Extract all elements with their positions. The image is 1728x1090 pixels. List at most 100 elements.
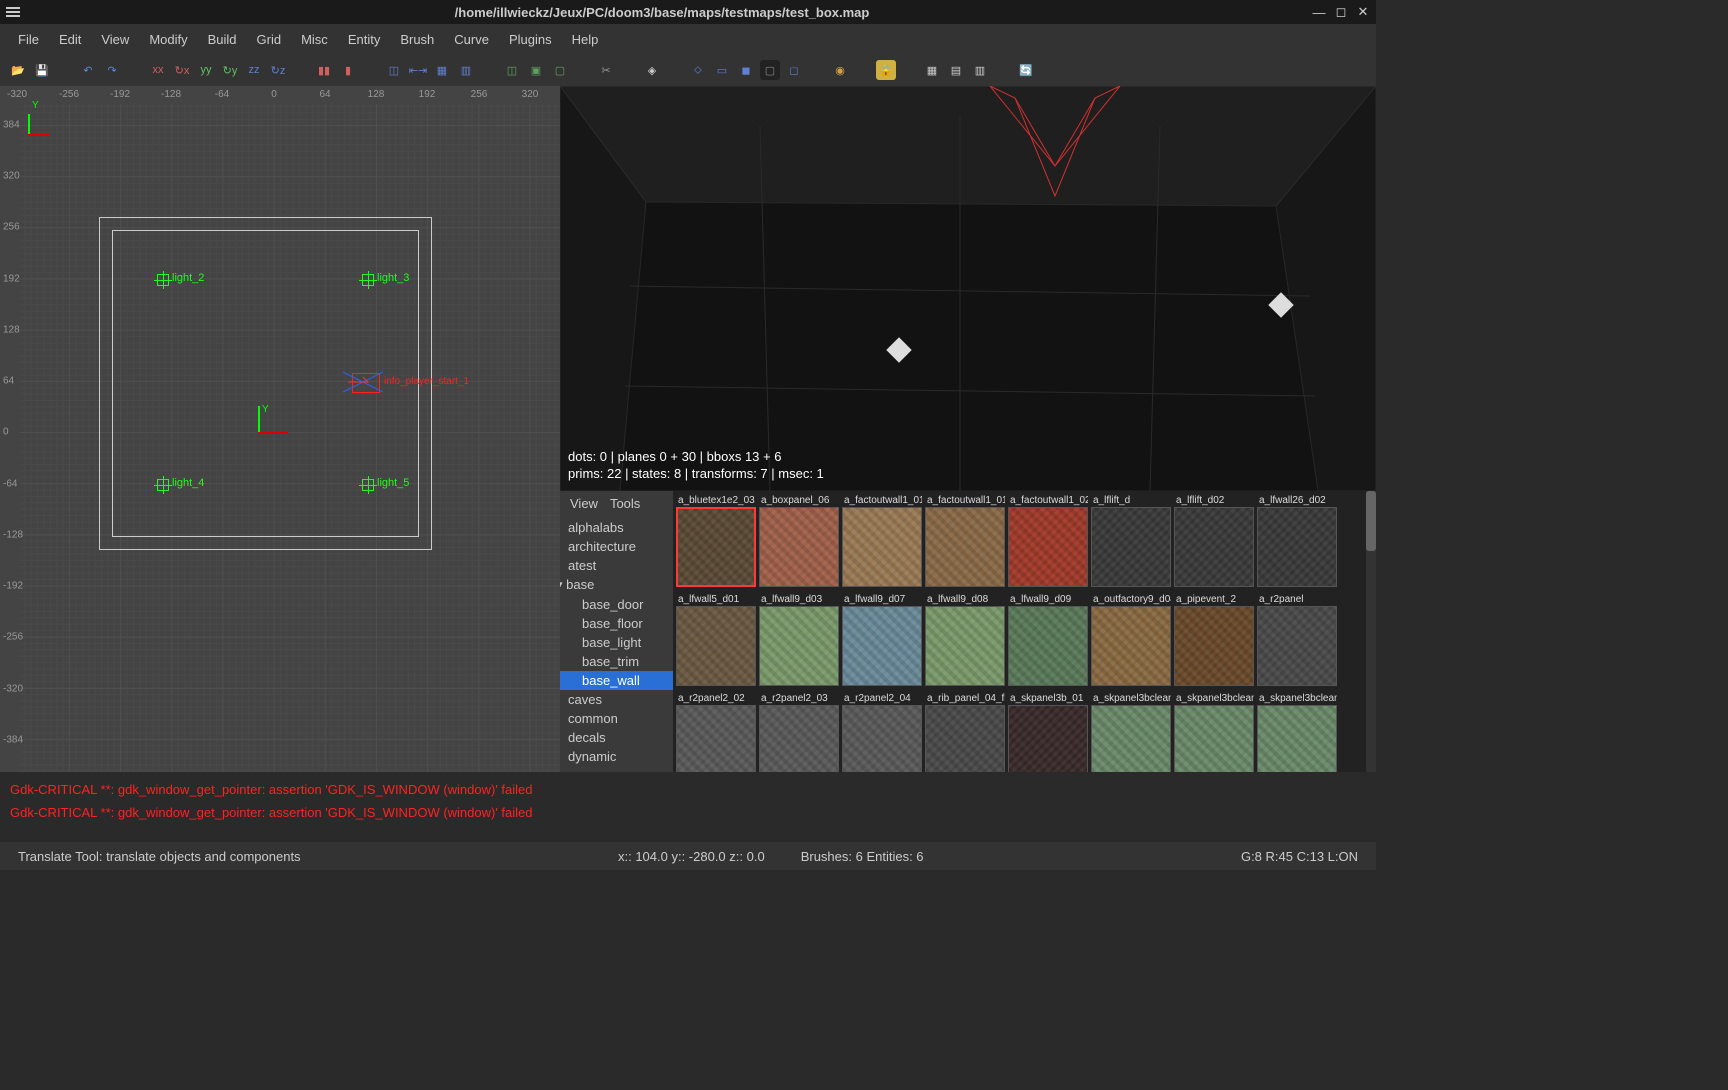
texture-item[interactable]: a_factoutwall1_01c [925,494,1005,590]
texture-swatch[interactable] [676,606,756,686]
texture-swatch[interactable] [1091,705,1171,772]
texture-swatch[interactable] [1091,606,1171,686]
layout3-icon[interactable]: ▥ [970,60,990,80]
save-icon[interactable]: 💾 [32,60,52,80]
texture-item[interactable]: a_lfwall9_d03 [759,593,839,689]
texture-item[interactable]: a_factoutwall1_02b [1008,494,1088,590]
refresh-icon[interactable]: 🔄 [1016,60,1036,80]
texture-swatch[interactable] [1257,705,1337,772]
flip-z-icon[interactable]: zz [244,60,264,80]
texture-item[interactable]: a_bluetex1e2_03 [676,494,756,590]
texture-item[interactable]: a_r2panel2_03 [759,692,839,772]
entity-light[interactable] [157,479,169,491]
texture-item[interactable]: a_skpanel3b_01 [1008,692,1088,772]
csg-hollow-icon[interactable]: ▢ [550,60,570,80]
menu-plugins[interactable]: Plugins [499,28,562,51]
texture-item[interactable]: a_lflift_d02 [1174,494,1254,590]
texture-item[interactable]: a_lfwall26_d02 [1257,494,1337,590]
maximize-button[interactable]: ◻ [1334,5,1348,19]
menu-help[interactable]: Help [562,28,609,51]
select-inside-icon[interactable]: ⇤⇥ [408,60,428,80]
vertex-icon[interactable]: ⬦ [688,60,708,80]
menu-file[interactable]: File [8,28,49,51]
texture-swatch[interactable] [1174,507,1254,587]
texture-swatch[interactable] [925,606,1005,686]
grid-2d-viewport[interactable]: -320 -256 -192 -128 -64 0 64 128 192 256… [0,86,560,772]
texture-swatch[interactable] [676,705,756,772]
texture-swatch[interactable] [925,507,1005,587]
csg-merge-icon[interactable]: ▣ [526,60,546,80]
csg-subtract-icon[interactable]: ◫ [502,60,522,80]
texture-item[interactable]: a_skpanel3bclean_02 [1174,692,1254,772]
redo-icon[interactable]: ↷ [102,60,122,80]
texture-swatch[interactable] [842,606,922,686]
select-touching-icon[interactable]: ◫ [384,60,404,80]
texture-item[interactable]: a_r2panel2_02 [676,692,756,772]
tree-item[interactable]: architecture [560,537,673,556]
viewport-3d[interactable]: dots: 0 | planes 0 + 30 | bboxs 13 + 6 p… [560,86,1376,491]
tool-a-icon[interactable]: ▮▮ [314,60,334,80]
face-icon[interactable]: ◼ [736,60,756,80]
menu-curve[interactable]: Curve [444,28,499,51]
flip-y-icon[interactable]: yy [196,60,216,80]
texture-swatch[interactable] [759,606,839,686]
tree-item-selected[interactable]: base_wall [560,671,673,690]
tool-b-icon[interactable]: ▮ [338,60,358,80]
rotate-tool-icon[interactable]: ◻ [784,60,804,80]
texture-swatch[interactable] [1091,507,1171,587]
close-button[interactable]: ✕ [1356,5,1370,19]
texture-swatch[interactable] [759,705,839,772]
tree-item[interactable]: base_door [560,595,673,614]
texture-grid[interactable]: a_bluetex1e2_03a_boxpanel_06a_factoutwal… [673,491,1366,772]
tex-tab-tools[interactable]: Tools [610,496,640,511]
view-icon[interactable]: ◈ [642,60,662,80]
menu-grid[interactable]: Grid [247,28,292,51]
menu-brush[interactable]: Brush [390,28,444,51]
texture-item[interactable]: a_outfactory9_d04 [1091,593,1171,689]
texture-item[interactable]: a_lfwall5_d01 [676,593,756,689]
texture-swatch[interactable] [759,507,839,587]
entity-light[interactable] [362,274,374,286]
texture-item[interactable]: a_skpanel3bclean_01 [1091,692,1171,772]
entity-player-start[interactable] [352,373,380,393]
texture-item[interactable]: a_lflift_d [1091,494,1171,590]
translate-icon[interactable]: ▢ [760,60,780,80]
scrollbar[interactable] [1366,491,1376,772]
texture-tree[interactable]: alphalabs architecture atest ▾ base base… [560,516,673,772]
edge-icon[interactable]: ▭ [712,60,732,80]
tree-item[interactable]: ▾ base [560,575,673,595]
texture-swatch[interactable] [1008,507,1088,587]
texture-item[interactable]: a_skpanel3bclean_03 [1257,692,1337,772]
texture-item[interactable]: a_pipevent_2 [1174,593,1254,689]
texture-item[interactable]: a_factoutwall1_01b [842,494,922,590]
tree-item[interactable]: caves [560,690,673,709]
texture-swatch[interactable] [1008,705,1088,772]
tree-item[interactable]: decals [560,728,673,747]
texture-swatch[interactable] [925,705,1005,772]
tree-item[interactable]: alphalabs [560,518,673,537]
undo-icon[interactable]: ↶ [78,60,98,80]
clip-icon[interactable]: ✂ [596,60,616,80]
tree-item[interactable]: base_light [560,633,673,652]
menu-modify[interactable]: Modify [139,28,197,51]
texture-item[interactable]: a_lfwall9_d07 [842,593,922,689]
tree-item[interactable]: atest [560,556,673,575]
texture-swatch[interactable] [1257,606,1337,686]
texture-item[interactable]: a_lfwall9_d08 [925,593,1005,689]
rotate-y-icon[interactable]: ↻y [220,60,240,80]
select-complete-icon[interactable]: ▦ [432,60,452,80]
entity-light[interactable] [362,479,374,491]
tree-item[interactable]: common [560,709,673,728]
tree-item[interactable]: base_trim [560,652,673,671]
flip-x-icon[interactable]: xx [148,60,168,80]
menu-build[interactable]: Build [198,28,247,51]
open-icon[interactable]: 📂 [8,60,28,80]
texture-item[interactable]: a_r2panel [1257,593,1337,689]
app-menu-icon[interactable] [6,5,20,19]
texture-swatch[interactable] [1008,606,1088,686]
texture-item[interactable]: a_rib_panel_04_fin [925,692,1005,772]
texture-swatch[interactable] [676,507,756,587]
texture-item[interactable]: a_lfwall9_d09 [1008,593,1088,689]
texture-swatch[interactable] [842,507,922,587]
patch-icon[interactable]: ◉ [830,60,850,80]
